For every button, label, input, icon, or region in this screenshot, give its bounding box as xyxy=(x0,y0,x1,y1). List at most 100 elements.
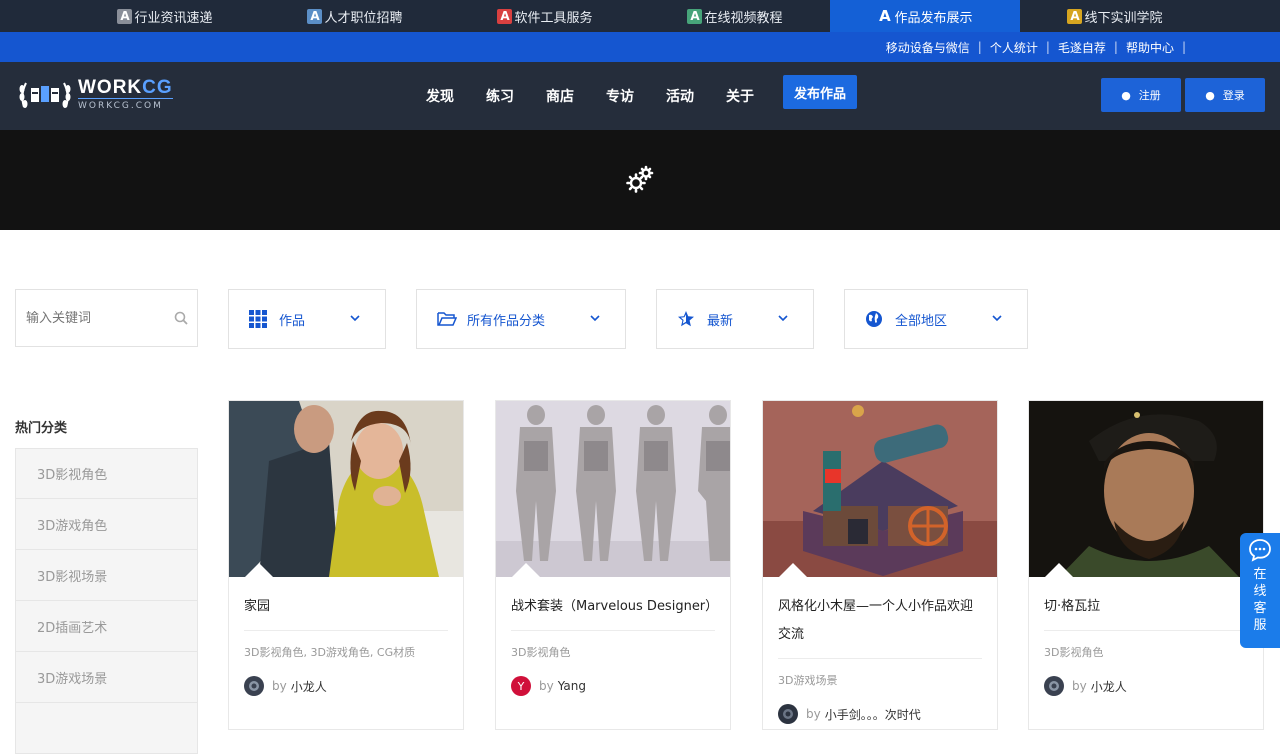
nav-discover[interactable]: 发现 xyxy=(410,86,470,106)
work-author[interactable]: by 小龙人 xyxy=(1044,676,1127,696)
category-item[interactable]: 3D影视场景 xyxy=(15,550,198,601)
work-title[interactable]: 风格化小木屋—一个人小作品欢迎交流 xyxy=(778,593,983,649)
category-item[interactable]: 3D游戏角色 xyxy=(15,499,198,550)
nav-events[interactable]: 活动 xyxy=(650,86,710,106)
work-tags: 3D影视角色, 3D游戏角色, CG材质 xyxy=(244,646,416,659)
nav-store[interactable]: 商店 xyxy=(530,86,590,106)
portal-tab-news[interactable]: A 行业资讯速递 xyxy=(110,0,220,32)
work-type-dropdown[interactable]: 作品 xyxy=(228,289,386,349)
portal-tab-software[interactable]: A 软件工具服务 xyxy=(490,0,600,32)
sort-label: 最新 xyxy=(707,314,734,329)
register-label: 注册 xyxy=(1138,89,1161,102)
user-icon: ● xyxy=(1121,88,1131,102)
nav-about[interactable]: 关于 xyxy=(710,86,770,106)
category-item[interactable] xyxy=(15,703,198,754)
work-card[interactable]: 家园 3D影视角色, 3D游戏角色, CG材质 by 小龙人 xyxy=(228,400,464,730)
search-icon[interactable] xyxy=(174,311,188,325)
register-button[interactable]: ● 注册 xyxy=(1101,78,1181,112)
work-author[interactable]: by 小手剑。。。次时代 xyxy=(778,704,921,724)
card-divider xyxy=(778,658,982,659)
portal-tab-academy[interactable]: A 线下实训学院 xyxy=(1060,0,1170,32)
portal-tab-label: 在线视频教程 xyxy=(704,10,783,26)
work-image xyxy=(496,401,730,577)
work-title[interactable]: 战术套装（Marvelous Designer） xyxy=(511,593,718,621)
login-label: 登录 xyxy=(1222,89,1245,102)
category-item[interactable]: 3D影视角色 xyxy=(15,448,198,499)
chevron-down-icon xyxy=(992,315,1002,322)
work-card[interactable]: 切·格瓦拉 3D影视角色 by 小龙人 xyxy=(1028,400,1264,730)
online-service-label: 在线客服 xyxy=(1253,567,1267,633)
portal-tab-label: 作品发布展示 xyxy=(894,10,973,26)
portal-tab-label: 线下实训学院 xyxy=(1084,10,1163,26)
hot-categories-list: 3D影视角色 3D游戏角色 3D影视场景 2D插画艺术 3D游戏场景 xyxy=(15,448,198,754)
work-thumbnail[interactable] xyxy=(1029,401,1263,577)
globe-icon xyxy=(866,311,882,327)
logo-brand: WORKCG xyxy=(78,78,173,98)
portal-a-icon: A xyxy=(117,8,133,24)
separator: | xyxy=(1045,40,1050,54)
portal-tab-label: 软件工具服务 xyxy=(514,10,593,26)
publish-work-button[interactable]: 发布作品 xyxy=(783,75,857,109)
work-thumbnail[interactable] xyxy=(763,401,997,577)
portal-tab-works[interactable]: A 作品发布展示 xyxy=(830,0,1020,32)
portal-a-icon: A xyxy=(307,8,323,24)
main-navigation: WORKCG WORKCG.COM 发现 练习 商店 专访 活动 关于 发布作品… xyxy=(0,62,1280,130)
work-card[interactable]: 战术套装（Marvelous Designer） 3D影视角色 Y by Yan… xyxy=(495,400,731,730)
work-tags: 3D游戏场景 xyxy=(778,674,838,687)
nav-interview[interactable]: 专访 xyxy=(590,86,650,106)
login-button[interactable]: ● 登录 xyxy=(1185,78,1265,112)
link-self-recommend[interactable]: 毛遂自荐 xyxy=(1058,39,1106,56)
portal-tab-label: 人才职位招聘 xyxy=(324,10,403,26)
category-item[interactable]: 3D游戏场景 xyxy=(15,652,198,703)
author-name[interactable]: Yang xyxy=(558,679,586,693)
logo-domain: WORKCG.COM xyxy=(78,98,173,112)
portal-tab-label: 行业资讯速递 xyxy=(134,10,213,26)
card-notch xyxy=(512,563,540,577)
brand-main: WORK xyxy=(78,77,143,98)
work-author[interactable]: by 小龙人 xyxy=(244,676,327,696)
author-name[interactable]: 小龙人 xyxy=(291,678,327,695)
card-notch xyxy=(1045,563,1073,577)
by-label: by xyxy=(1072,679,1087,693)
portal-tab-jobs[interactable]: A 人才职位招聘 xyxy=(300,0,410,32)
portal-tab-video[interactable]: A 在线视频教程 xyxy=(680,0,790,32)
grid-icon xyxy=(249,310,267,328)
avatar xyxy=(778,704,798,724)
hot-categories-title: 热门分类 xyxy=(15,421,68,436)
nav-practice[interactable]: 练习 xyxy=(470,86,530,106)
sort-dropdown[interactable]: 最新 xyxy=(656,289,814,349)
separator: | xyxy=(977,40,982,54)
user-icon: ● xyxy=(1205,88,1215,102)
site-logo[interactable]: WORKCG WORKCG.COM xyxy=(18,76,173,114)
avatar: Y xyxy=(511,676,531,696)
loading-gears-icon xyxy=(626,165,654,193)
by-label: by xyxy=(272,679,287,693)
utility-bar: 移动设备与微信 | 个人统计 | 毛遂自荐 | 帮助中心 | xyxy=(0,32,1280,62)
card-notch xyxy=(245,563,273,577)
card-notch xyxy=(779,563,807,577)
chevron-down-icon xyxy=(778,315,788,322)
card-divider xyxy=(1044,630,1248,631)
author-name[interactable]: 小龙人 xyxy=(1091,678,1127,695)
work-author[interactable]: Y by Yang xyxy=(511,676,586,696)
portal-a-icon: A xyxy=(879,7,891,25)
chevron-down-icon xyxy=(350,315,360,322)
work-thumbnail[interactable] xyxy=(496,401,730,577)
work-title[interactable]: 家园 xyxy=(244,593,449,621)
keyword-search-box xyxy=(15,289,198,347)
category-dropdown[interactable]: 所有作品分类 xyxy=(416,289,626,349)
link-mobile-wechat[interactable]: 移动设备与微信 xyxy=(886,39,970,56)
link-help-center[interactable]: 帮助中心 xyxy=(1126,39,1174,56)
work-card[interactable]: 风格化小木屋—一个人小作品欢迎交流 3D游戏场景 by 小手剑。。。次时代 xyxy=(762,400,998,730)
keyword-search-input[interactable] xyxy=(26,310,166,326)
link-personal-stats[interactable]: 个人统计 xyxy=(990,39,1038,56)
work-title[interactable]: 切·格瓦拉 xyxy=(1044,593,1249,621)
category-label: 所有作品分类 xyxy=(467,314,546,329)
star-icon xyxy=(678,311,694,327)
work-thumbnail[interactable] xyxy=(229,401,463,577)
category-item[interactable]: 2D插画艺术 xyxy=(15,601,198,652)
region-dropdown[interactable]: 全部地区 xyxy=(844,289,1028,349)
online-service-button[interactable]: 在线客服 xyxy=(1240,533,1280,648)
logo-text: WORKCG WORKCG.COM xyxy=(78,78,173,112)
work-image xyxy=(1029,401,1263,577)
